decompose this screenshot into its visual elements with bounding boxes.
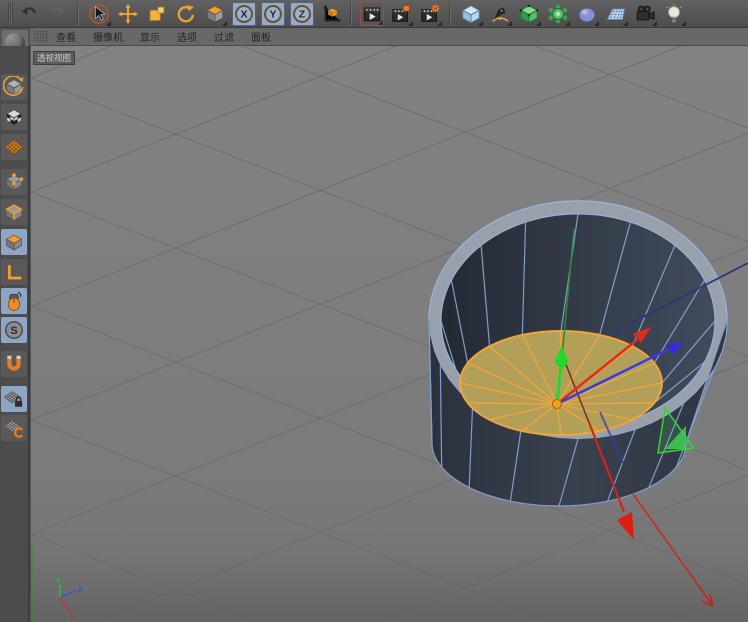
viewport-menu-bar: 查看 摄像机 显示 选项 过滤 面板 — [30, 28, 748, 46]
polygons-mode-icon — [3, 231, 25, 253]
render-settings-button[interactable] — [418, 2, 442, 26]
lock-x-axis-button[interactable]: X — [232, 2, 256, 26]
svg-text:X: X — [240, 8, 247, 20]
workplane-mode-button[interactable] — [1, 134, 27, 160]
submenu-corner-icon — [437, 21, 442, 26]
snap-settings-icon: S — [3, 319, 25, 341]
texture-mode-icon — [3, 106, 25, 128]
scene-root: YZX — [31, 46, 748, 622]
lock-y-axis-button[interactable]: Y — [261, 2, 285, 26]
submenu-corner-icon — [507, 21, 512, 26]
submenu-corner-icon — [378, 20, 383, 25]
scale-icon — [146, 3, 168, 25]
edges-mode-icon — [3, 201, 25, 223]
submenu-corner-icon — [681, 21, 686, 26]
subdivision-surface-button[interactable] — [517, 2, 541, 26]
toolbar-separator — [447, 3, 454, 25]
menu-item-3[interactable]: 选项 — [177, 29, 197, 44]
light-button[interactable] — [662, 2, 686, 26]
toolbar-grip[interactable] — [8, 3, 13, 25]
submenu-corner-icon — [222, 21, 227, 26]
left-mode-sidebar: S — [0, 46, 30, 622]
undo-button[interactable] — [17, 2, 41, 26]
menu-item-5[interactable]: 面板 — [251, 29, 271, 44]
polygons-mode-button[interactable] — [1, 229, 27, 255]
rotate-icon — [175, 3, 197, 25]
deformers-button[interactable] — [575, 2, 599, 26]
viewport-solo-button[interactable] — [1, 288, 27, 314]
submenu-corner-icon — [478, 21, 483, 26]
redo-button[interactable] — [46, 2, 70, 26]
points-mode-icon — [3, 171, 25, 193]
workplane-align-button[interactable] — [1, 415, 27, 441]
snap-settings-button[interactable]: S — [1, 317, 27, 343]
svg-text:Y: Y — [269, 8, 276, 20]
submenu-corner-icon — [594, 21, 599, 26]
selected-bottom-polygons[interactable] — [460, 331, 662, 435]
scale-tool[interactable] — [145, 2, 169, 26]
viewport-solo-icon — [3, 290, 25, 312]
menu-item-1[interactable]: 摄像机 — [93, 29, 123, 44]
lock-z-axis-icon: Z — [291, 3, 313, 25]
svg-text:Z: Z — [299, 8, 306, 20]
spline-pen-button[interactable] — [488, 2, 512, 26]
submenu-corner-icon — [652, 21, 657, 26]
gizmo-center-point[interactable] — [553, 400, 562, 409]
cinema4d-window: { "window": {"title": "Cinema 4D viewpor… — [0, 0, 748, 622]
render-view-button[interactable] — [360, 2, 384, 26]
coordinate-system-icon — [320, 3, 342, 25]
points-mode-button[interactable] — [1, 169, 27, 195]
magnet-snap-icon — [3, 353, 25, 375]
move-icon — [117, 3, 139, 25]
submenu-corner-icon — [565, 21, 570, 26]
make-editable-button[interactable] — [1, 74, 27, 100]
top-toolbar: X Y Z — [0, 0, 748, 28]
render-picture-viewer-button[interactable] — [389, 2, 413, 26]
enable-axis-icon — [3, 261, 25, 283]
submenu-corner-icon — [536, 21, 541, 26]
scene-canvas: YZX — [31, 46, 748, 622]
camera-button[interactable] — [633, 2, 657, 26]
svg-text:S: S — [10, 325, 17, 337]
menu-item-4[interactable]: 过滤 — [214, 29, 234, 44]
texture-mode-button[interactable] — [1, 104, 27, 130]
lock-x-axis-icon: X — [233, 3, 255, 25]
menu-drag-handle-icon[interactable] — [34, 31, 48, 42]
workplane-align-icon — [3, 417, 25, 439]
toolbar-separator — [75, 3, 82, 25]
workplane-lock-button[interactable] — [1, 386, 27, 412]
move-tool[interactable] — [116, 2, 140, 26]
magnet-snap-button[interactable] — [1, 351, 27, 377]
submenu-corner-icon — [408, 21, 413, 26]
menu-item-2[interactable]: 显示 — [140, 29, 160, 44]
perspective-viewport[interactable]: 透视视图 YZX — [31, 46, 748, 622]
model-mode-button[interactable] — [203, 2, 227, 26]
workplane-lock-icon — [3, 388, 25, 410]
make-editable-icon — [3, 76, 25, 98]
edges-mode-button[interactable] — [1, 199, 27, 225]
menu-item-0[interactable]: 查看 — [56, 29, 76, 44]
enable-axis-button[interactable] — [1, 259, 27, 285]
workplane-mode-icon — [3, 136, 25, 158]
submenu-corner-icon — [623, 21, 628, 26]
generators-button[interactable] — [546, 2, 570, 26]
lock-y-axis-icon: Y — [262, 3, 284, 25]
live-selection-tool[interactable] — [87, 2, 111, 26]
submenu-corner-icon — [106, 21, 111, 26]
coordinate-system-button[interactable] — [319, 2, 343, 26]
viewport-name-label[interactable]: 透视视图 — [33, 51, 75, 65]
undo-icon — [18, 3, 40, 25]
environment-button[interactable] — [604, 2, 628, 26]
rotate-tool[interactable] — [174, 2, 198, 26]
lock-z-axis-button[interactable]: Z — [290, 2, 314, 26]
toolbar-separator — [348, 3, 355, 25]
redo-icon — [47, 3, 69, 25]
add-primitive-cube-button[interactable] — [459, 2, 483, 26]
